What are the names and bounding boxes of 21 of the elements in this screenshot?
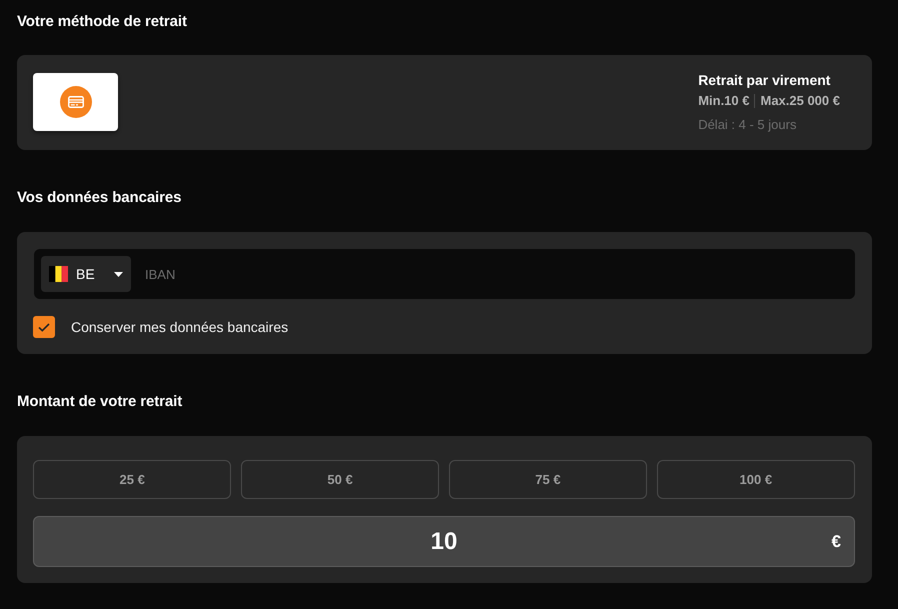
min-amount: Min.10 € bbox=[698, 92, 750, 110]
delay-text: Délai : 4 - 5 jours bbox=[698, 116, 796, 134]
checkbox-label: Conserver mes données bancaires bbox=[71, 318, 288, 336]
amount-preset-button[interactable]: 75 € bbox=[448, 460, 648, 499]
country-select[interactable]: BE bbox=[41, 256, 131, 292]
section-heading: Vos données bancaires bbox=[17, 188, 182, 208]
method-title: Retrait par virement bbox=[698, 71, 830, 89]
iban-input[interactable]: IBAN bbox=[145, 256, 848, 292]
flag-icon bbox=[49, 266, 68, 282]
card-icon bbox=[60, 86, 92, 118]
caret-down-icon bbox=[114, 272, 123, 276]
section-heading: Votre méthode de retrait bbox=[17, 12, 187, 32]
section-heading: Montant de votre retrait bbox=[17, 392, 182, 412]
amount-preset-button[interactable]: 25 € bbox=[33, 460, 232, 499]
iban-field[interactable]: BE IBAN bbox=[34, 249, 855, 299]
currency-symbol: € bbox=[832, 532, 841, 552]
max-amount: Max.25 000 € bbox=[760, 92, 840, 110]
amount-preset-button[interactable]: 100 € bbox=[656, 460, 855, 499]
check-icon bbox=[38, 322, 50, 332]
save-details-checkbox[interactable] bbox=[33, 316, 55, 338]
amount-preset-button[interactable]: 50 € bbox=[240, 460, 440, 499]
